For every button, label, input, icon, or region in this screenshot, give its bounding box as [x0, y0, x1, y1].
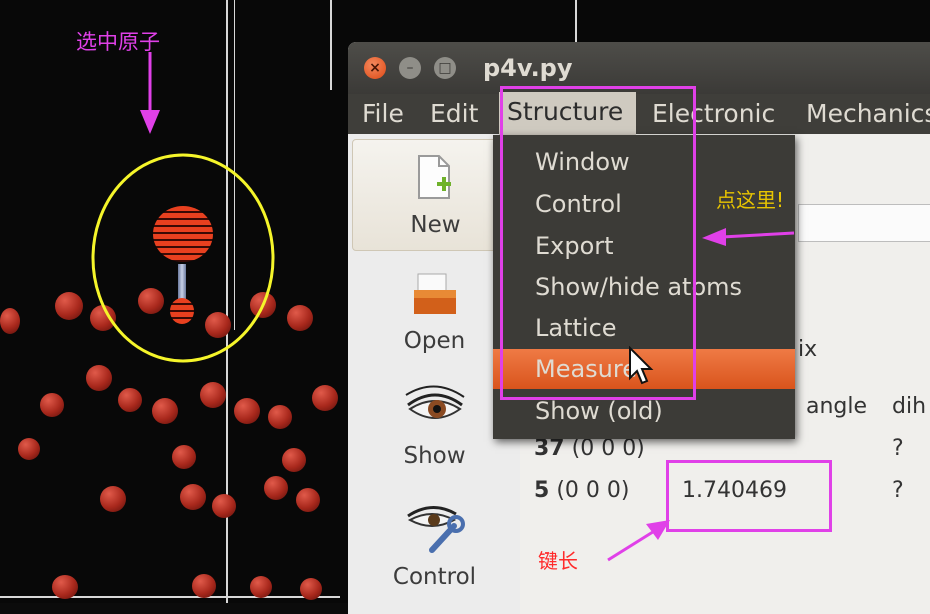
menu-highlight-box — [500, 86, 696, 400]
row-1-atom: 37 (0 0 0) — [534, 436, 645, 461]
window-title: p4v.py — [483, 54, 573, 82]
menu-edit[interactable]: Edit — [430, 99, 478, 128]
atom[interactable] — [287, 305, 313, 331]
cell-edge-line — [0, 596, 340, 598]
atom[interactable] — [200, 382, 226, 408]
ix-fragment: ix — [798, 337, 818, 362]
atom[interactable] — [312, 385, 338, 411]
atom[interactable] — [52, 575, 78, 599]
new-file-icon — [418, 155, 451, 199]
up-right-arrow-icon — [607, 520, 670, 562]
panel-field[interactable] — [798, 204, 930, 242]
atom[interactable] — [152, 398, 178, 424]
atom[interactable] — [192, 574, 216, 598]
menu-mechanics[interactable]: Mechanics — [806, 99, 930, 128]
close-button[interactable]: × — [364, 57, 386, 79]
atom[interactable] — [55, 292, 83, 320]
atom[interactable] — [282, 448, 306, 472]
minimize-button[interactable]: – — [399, 57, 421, 79]
atom[interactable] — [18, 438, 40, 460]
row-2-atom: 5 (0 0 0) — [534, 478, 630, 503]
left-arrow-icon — [702, 228, 795, 246]
atom[interactable] — [296, 488, 320, 512]
atom[interactable] — [300, 578, 322, 600]
maximize-button[interactable]: □ — [434, 57, 456, 79]
atom[interactable] — [264, 476, 288, 500]
cell-edge-line — [330, 0, 332, 90]
atom[interactable] — [40, 393, 64, 417]
menu-file[interactable]: File — [362, 99, 404, 128]
down-arrow-icon — [140, 52, 160, 134]
cell-edge-line — [575, 0, 577, 45]
atom[interactable] — [100, 486, 126, 512]
atom[interactable] — [0, 308, 20, 334]
control-label: Control — [392, 564, 477, 590]
value-highlight-box — [666, 460, 832, 532]
show-label: Show — [403, 443, 466, 469]
bond-length-note: 键长 — [538, 549, 578, 573]
atom[interactable] — [212, 494, 236, 518]
atom[interactable] — [234, 398, 260, 424]
control-icon — [407, 506, 465, 553]
selection-circle — [91, 153, 275, 363]
atom[interactable] — [250, 576, 272, 598]
control-button[interactable]: Control — [352, 494, 517, 609]
click-here-note: 点这里! — [716, 188, 785, 212]
dih-header: dih — [892, 394, 927, 419]
row-1-dih: ? — [892, 436, 904, 461]
atom[interactable] — [180, 484, 206, 510]
angle-header: angle — [806, 394, 868, 419]
row-2-dih: ? — [892, 478, 904, 503]
atom[interactable] — [118, 388, 142, 412]
eye-icon — [405, 385, 465, 419]
atom[interactable] — [172, 445, 196, 469]
folder-icon — [414, 273, 456, 314]
atom[interactable] — [86, 365, 112, 391]
atom[interactable] — [268, 405, 292, 429]
